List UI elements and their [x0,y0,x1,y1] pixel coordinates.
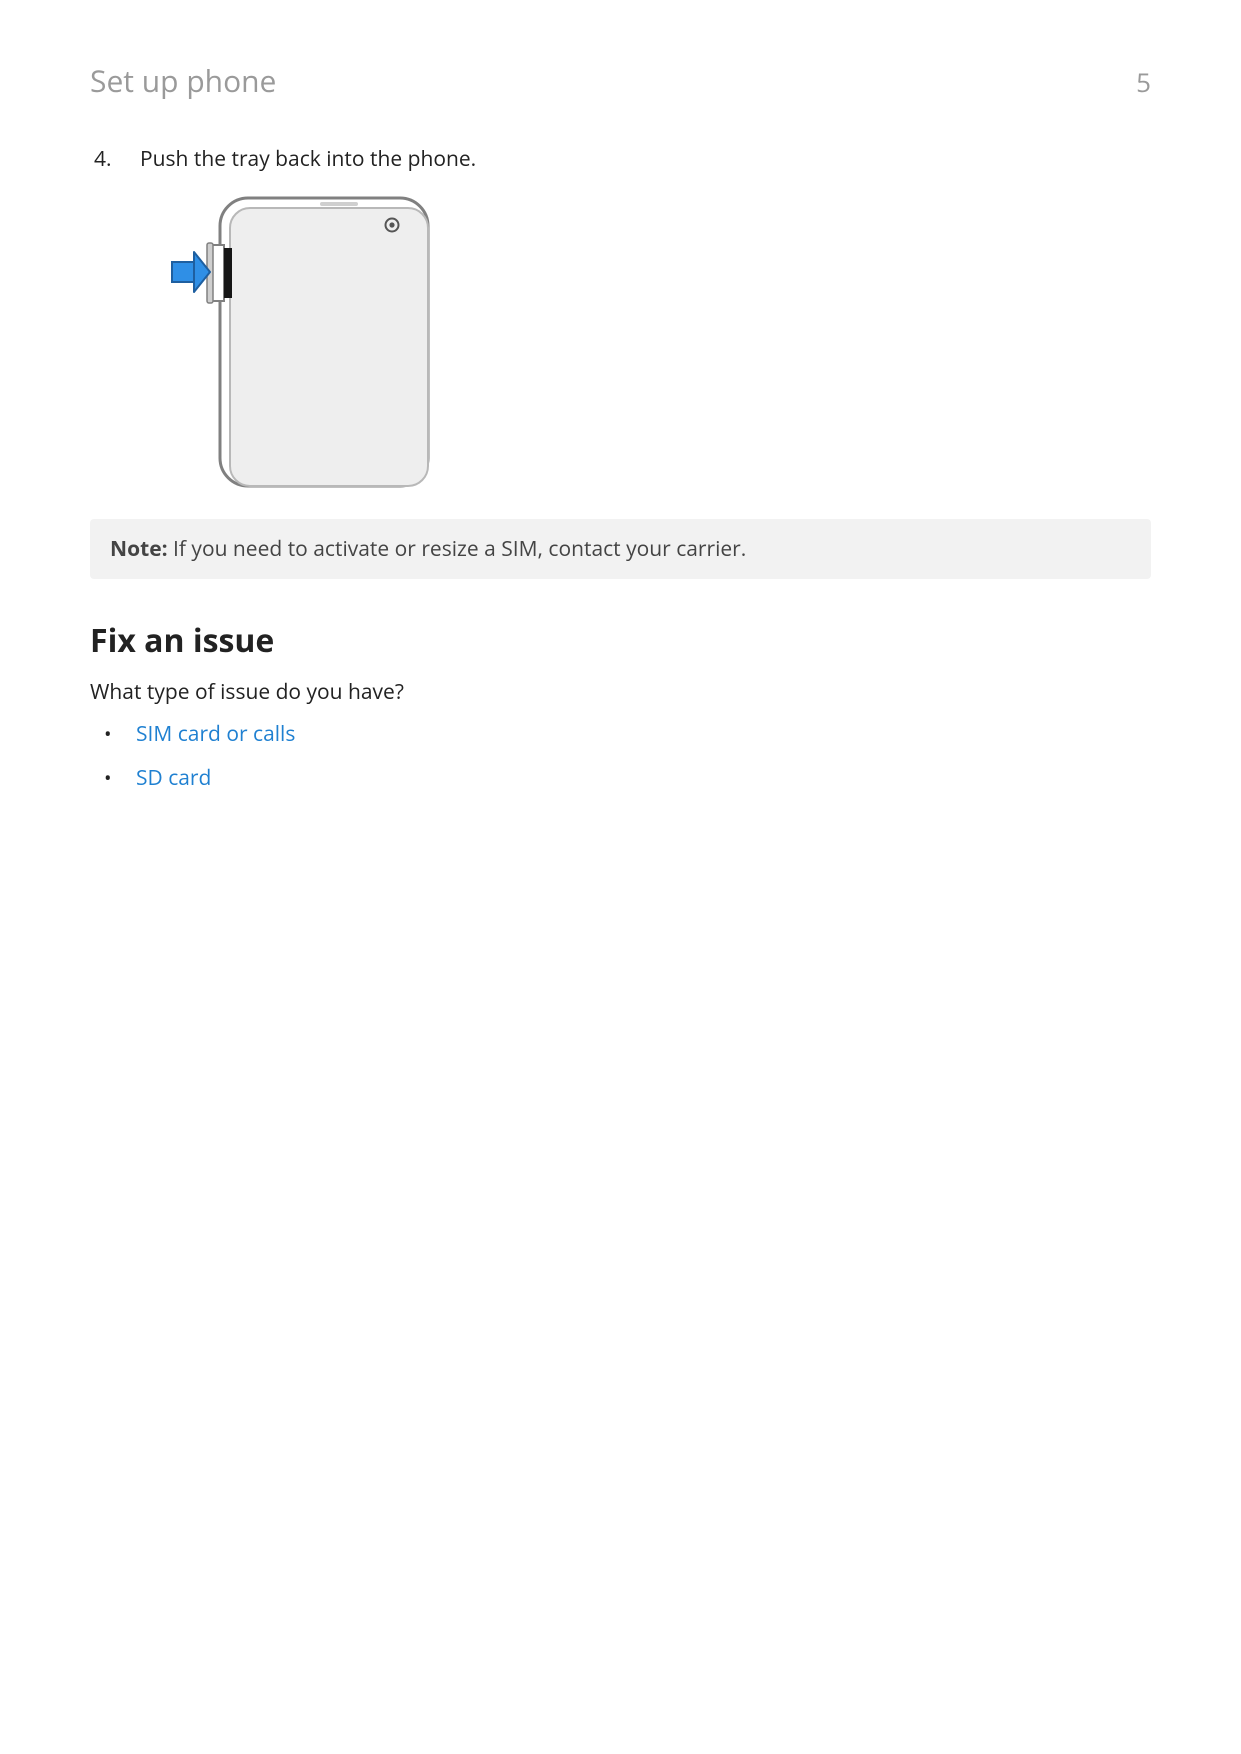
section-heading-fix-an-issue: Fix an issue [90,619,1151,662]
document-page: Set up phone 5 4. Push the tray back int… [0,0,1241,867]
note-text: If you need to activate or resize a SIM,… [168,535,747,563]
instruction-step-4: 4. Push the tray back into the phone. [90,145,1151,174]
step-number: 4. [90,145,140,174]
page-header: Set up phone 5 [90,60,1151,101]
page-number: 5 [1136,64,1151,100]
note-label: Note: [110,535,168,563]
link-sd-card[interactable]: SD card [136,764,211,792]
phone-push-tray-icon [170,190,430,488]
arrow-right-icon [172,252,210,292]
list-item: SD card [90,764,1151,793]
step-text: Push the tray back into the phone. [140,145,1151,174]
list-item: SIM card or calls [90,720,1151,749]
page-title: Set up phone [90,60,276,101]
link-sim-card-or-calls[interactable]: SIM card or calls [136,720,295,748]
illustration-push-tray [170,190,1151,493]
note-box: Note: If you need to activate or resize … [90,519,1151,579]
issue-type-list: SIM card or calls SD card [90,720,1151,793]
section-intro: What type of issue do you have? [90,678,1151,706]
